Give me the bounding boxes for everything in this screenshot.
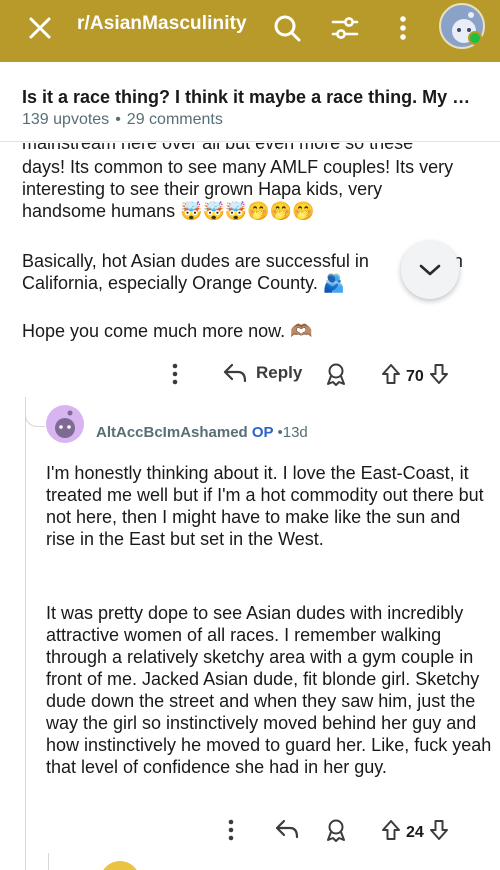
upvote-arrow-icon[interactable] (380, 818, 402, 847)
post-header[interactable]: Is it a race thing? I think it maybe a r… (0, 62, 500, 142)
comment-author-line: AltAccBcImAshamed OP •13d (96, 424, 308, 441)
award-icon[interactable] (325, 818, 347, 842)
comment-score: 70 (406, 367, 424, 385)
comment-timestamp: 13d (282, 424, 308, 441)
post-meta: 139 upvotes • 29 comments (22, 111, 223, 129)
more-options-icon[interactable] (170, 362, 180, 386)
thread-line[interactable] (48, 853, 49, 870)
thread-line[interactable] (25, 397, 26, 870)
meta-separator: • (115, 111, 121, 128)
filter-icon[interactable] (325, 8, 365, 48)
thread-branch (25, 397, 45, 427)
next-commenter-avatar[interactable] (100, 861, 140, 870)
reply-paragraph: It was pretty dope to see Asian dudes wi… (46, 603, 492, 777)
downvote-arrow-icon[interactable] (428, 362, 450, 391)
comment-score: 24 (406, 823, 424, 841)
parent-comment-paragraph: Hope you come much more now. 🫶🏽 (22, 321, 313, 341)
op-badge: OP (251, 424, 274, 441)
comment-username[interactable]: AltAccBcImAshamed (96, 424, 248, 441)
post-title[interactable]: Is it a race thing? I think it maybe a r… (22, 87, 470, 108)
online-status-dot (468, 31, 482, 45)
upvote-arrow-icon[interactable] (380, 362, 402, 391)
award-icon[interactable] (325, 362, 347, 386)
comment-count: 29 comments (126, 111, 223, 128)
reply-button[interactable]: Reply (222, 362, 302, 384)
partial-text-line: mainstream here over all but even more s… (22, 143, 414, 153)
downvote-arrow-icon[interactable] (428, 818, 450, 847)
subreddit-title[interactable]: r/AsianMasculinity (77, 13, 247, 35)
parent-comment-paragraph: days! Its common to see many AMLF couple… (22, 157, 454, 221)
vote-controls: 24 (380, 818, 450, 847)
upvote-count: 139 upvotes (22, 111, 110, 128)
commenter-avatar[interactable] (46, 405, 84, 443)
comments-scroll-area[interactable]: mainstream here over all but even more s… (0, 143, 500, 870)
search-icon[interactable] (267, 8, 307, 48)
collapse-button[interactable] (401, 241, 459, 299)
close-icon[interactable] (22, 10, 58, 46)
vote-controls: 70 (380, 362, 450, 391)
more-options-icon[interactable] (226, 818, 236, 842)
reply-label: Reply (256, 363, 303, 382)
reply-paragraph: I'm honestly thinking about it. I love t… (46, 463, 484, 549)
reply-icon[interactable] (274, 818, 300, 840)
more-vertical-icon[interactable] (383, 8, 423, 48)
top-app-bar: r/AsianMasculinity (0, 0, 500, 62)
